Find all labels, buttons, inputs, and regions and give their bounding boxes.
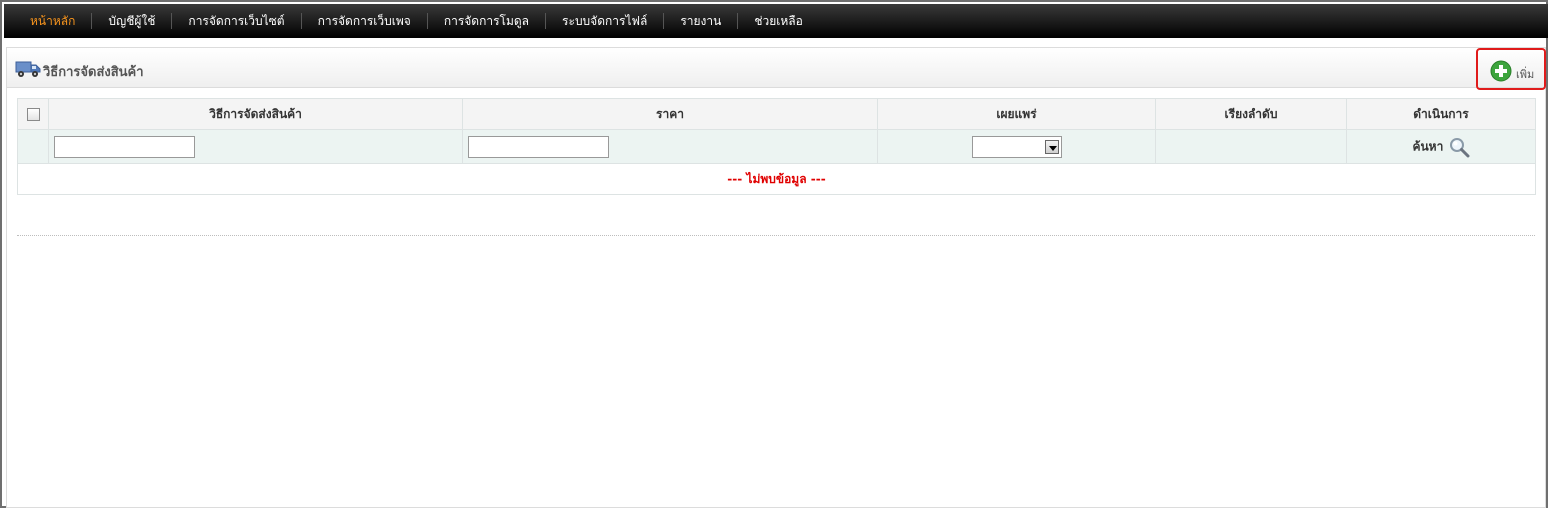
shipping-methods-table: วิธีการจัดส่งสินค้า ราคา เผยแพร่ เรียงลำ… [17, 98, 1536, 195]
filter-price-input[interactable] [468, 135, 609, 158]
select-all-cell [17, 98, 49, 130]
nav-item-home[interactable]: หน้าหลัก [14, 13, 93, 29]
filter-empty-cell [17, 129, 49, 164]
nav-item-website-management[interactable]: การจัดการเว็บไซต์ [172, 13, 302, 29]
plus-circle-icon [1490, 60, 1512, 82]
table-header-row: วิธีการจัดส่งสินค้า ราคา เผยแพร่ เรียงลำ… [17, 98, 1536, 130]
panel-header: วิธีการจัดส่งสินค้า เพิ่ม [7, 48, 1546, 90]
filter-publish-select[interactable] [971, 135, 1062, 158]
nav-item-help[interactable]: ช่วยเหลือ [738, 13, 819, 29]
filter-shipping-method-input[interactable] [54, 135, 195, 158]
filter-publish-cell [877, 129, 1156, 164]
chevron-down-icon [1044, 139, 1059, 154]
column-header-publish[interactable]: เผยแพร่ [877, 98, 1156, 130]
empty-row: --- ไม่พบข้อมูล --- [17, 163, 1536, 195]
bottom-divider [17, 235, 1535, 236]
search-action-cell[interactable]: ค้นหา [1346, 129, 1536, 164]
search-label[interactable]: ค้นหา [1412, 139, 1443, 153]
top-navigation: หน้าหลัก บัญชีผู้ใช้ การจัดการเว็บไซต์ ก… [4, 4, 1548, 38]
nav-item-module-management[interactable]: การจัดการโมดูล [428, 13, 547, 29]
nav-item-webpage-management[interactable]: การจัดการเว็บเพจ [302, 13, 428, 29]
add-button[interactable]: เพิ่ม [1476, 48, 1546, 90]
window-frame: หน้าหลัก บัญชีผู้ใช้ การจัดการเว็บไซต์ ก… [0, 0, 1548, 508]
nav-item-accounts[interactable]: บัญชีผู้ใช้ [92, 13, 173, 29]
column-header-actions: ดำเนินการ [1346, 98, 1536, 130]
column-header-order[interactable]: เรียงลำดับ [1155, 98, 1347, 130]
add-button-label: เพิ่ม [1516, 68, 1535, 81]
select-all-checkbox[interactable] [26, 108, 40, 121]
nav-item-file-management[interactable]: ระบบจัดการไฟล์ [546, 13, 665, 29]
filter-order-cell [1155, 129, 1347, 164]
nav-item-reports[interactable]: รายงาน [664, 13, 739, 29]
shipping-methods-panel: วิธีการจัดส่งสินค้า เพิ่ม วิธีการจัดส่งส… [6, 47, 1546, 508]
filter-price-cell [462, 129, 878, 164]
empty-message: --- ไม่พบข้อมูล --- [17, 163, 1536, 195]
filter-row: ค้นหา [17, 129, 1536, 164]
filter-name-cell [48, 129, 463, 164]
column-header-shipping-method[interactable]: วิธีการจัดส่งสินค้า [48, 98, 463, 130]
column-header-price[interactable]: ราคา [462, 98, 878, 130]
page-title: วิธีการจัดส่งสินค้า [43, 65, 144, 80]
truck-icon [15, 61, 41, 77]
magnifier-icon[interactable] [1448, 136, 1470, 158]
